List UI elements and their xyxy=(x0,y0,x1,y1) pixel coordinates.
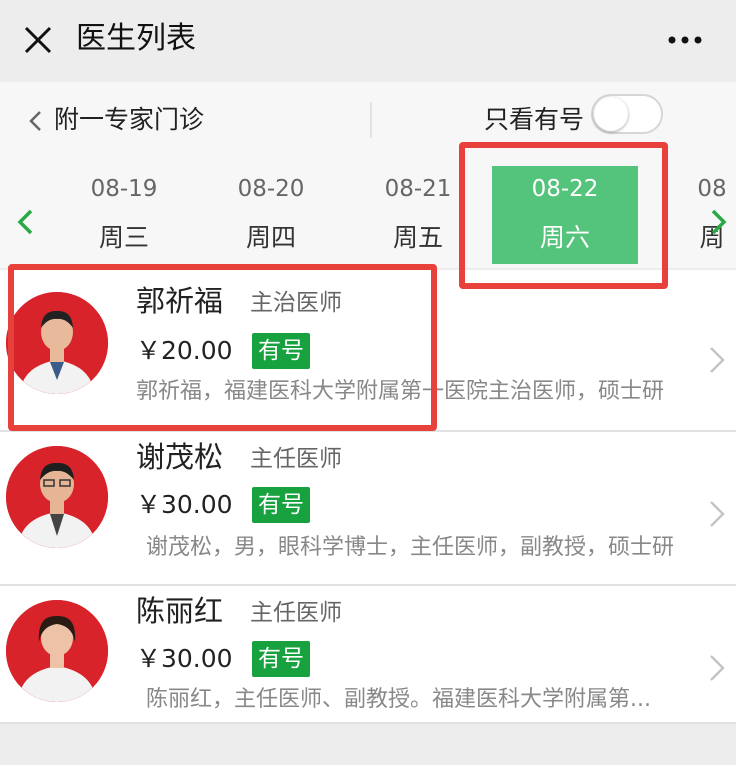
close-icon[interactable] xyxy=(22,24,54,56)
chevron-right-icon xyxy=(710,501,725,527)
date-label: 08-20 xyxy=(237,176,305,202)
doctor-description: 郭祈福，福建医科大学附属第一医院主治医师，硕士研 xyxy=(136,379,665,404)
chevron-right-icon xyxy=(710,655,725,681)
date-strip: 08-19 周三 08-20 周四 08-21 周五 08-22 周六 08 周 xyxy=(0,158,736,268)
doctor-avatar xyxy=(6,292,108,394)
date-tab-0820[interactable]: 08-20 周四 xyxy=(198,158,344,268)
doctor-row[interactable]: 郭祈福 主治医师 ￥20.00 有号 郭祈福，福建医科大学附属第一医院主治医师，… xyxy=(0,270,736,432)
doctor-row[interactable]: 陈丽红 主任医师 ￥30.00 有号 陈丽红，主任医师、副教授。福建医科大学附属… xyxy=(0,586,736,724)
doctor-row[interactable]: 谢茂松 主任医师 ￥30.00 有号 谢茂松，男，眼科学博士，主任医师，副教授，… xyxy=(0,432,736,586)
weekday-label: 周五 xyxy=(392,223,443,252)
doctor-avatar xyxy=(6,600,108,702)
date-tab-0819[interactable]: 08-19 周三 xyxy=(51,158,197,268)
more-icon[interactable] xyxy=(668,35,702,45)
doctor-title: 主任医师 xyxy=(250,600,342,626)
date-label: 08-19 xyxy=(90,176,158,202)
consult-price: ￥30.00 xyxy=(136,644,233,673)
weekday-label: 周三 xyxy=(98,223,149,252)
page-title: 医生列表 xyxy=(76,21,196,56)
chevron-left-icon[interactable] xyxy=(28,110,42,132)
doctor-description: 陈丽红，主任医师、副教授。福建医科大学附属第... xyxy=(146,687,651,712)
doctor-avatar xyxy=(6,446,108,548)
date-label: 08 xyxy=(697,176,727,202)
weekday-label: 周六 xyxy=(539,223,590,252)
availability-badge: 有号 xyxy=(252,487,310,523)
availability-badge: 有号 xyxy=(252,333,310,369)
toggle-knob xyxy=(594,97,628,131)
consult-price: ￥20.00 xyxy=(136,336,233,365)
doctor-title: 主治医师 xyxy=(250,290,342,316)
doctor-name: 郭祈福 xyxy=(136,284,224,318)
date-label: 08-22 xyxy=(531,176,599,202)
doctor-name: 陈丽红 xyxy=(136,594,224,628)
only-available-toggle[interactable] xyxy=(591,94,663,134)
consult-price: ￥30.00 xyxy=(136,490,233,519)
only-available-label: 只看有号 xyxy=(484,105,585,134)
prev-dates-icon[interactable] xyxy=(16,208,34,236)
department-selector[interactable]: 附一专家门诊 xyxy=(54,100,204,140)
divider xyxy=(370,102,372,138)
date-tab-0822[interactable]: 08-22 周六 xyxy=(492,158,638,268)
doctor-description: 谢茂松，男，眼科学博士，主任医师，副教授，硕士研 xyxy=(146,535,675,560)
next-dates-icon[interactable] xyxy=(710,208,728,236)
date-tab-0821[interactable]: 08-21 周五 xyxy=(345,158,491,268)
doctor-name: 谢茂松 xyxy=(136,440,224,474)
doctor-title: 主任医师 xyxy=(250,446,342,472)
chevron-right-icon xyxy=(710,347,725,373)
availability-badge: 有号 xyxy=(252,641,310,677)
date-label: 08-21 xyxy=(384,176,452,202)
weekday-label: 周四 xyxy=(245,223,296,252)
